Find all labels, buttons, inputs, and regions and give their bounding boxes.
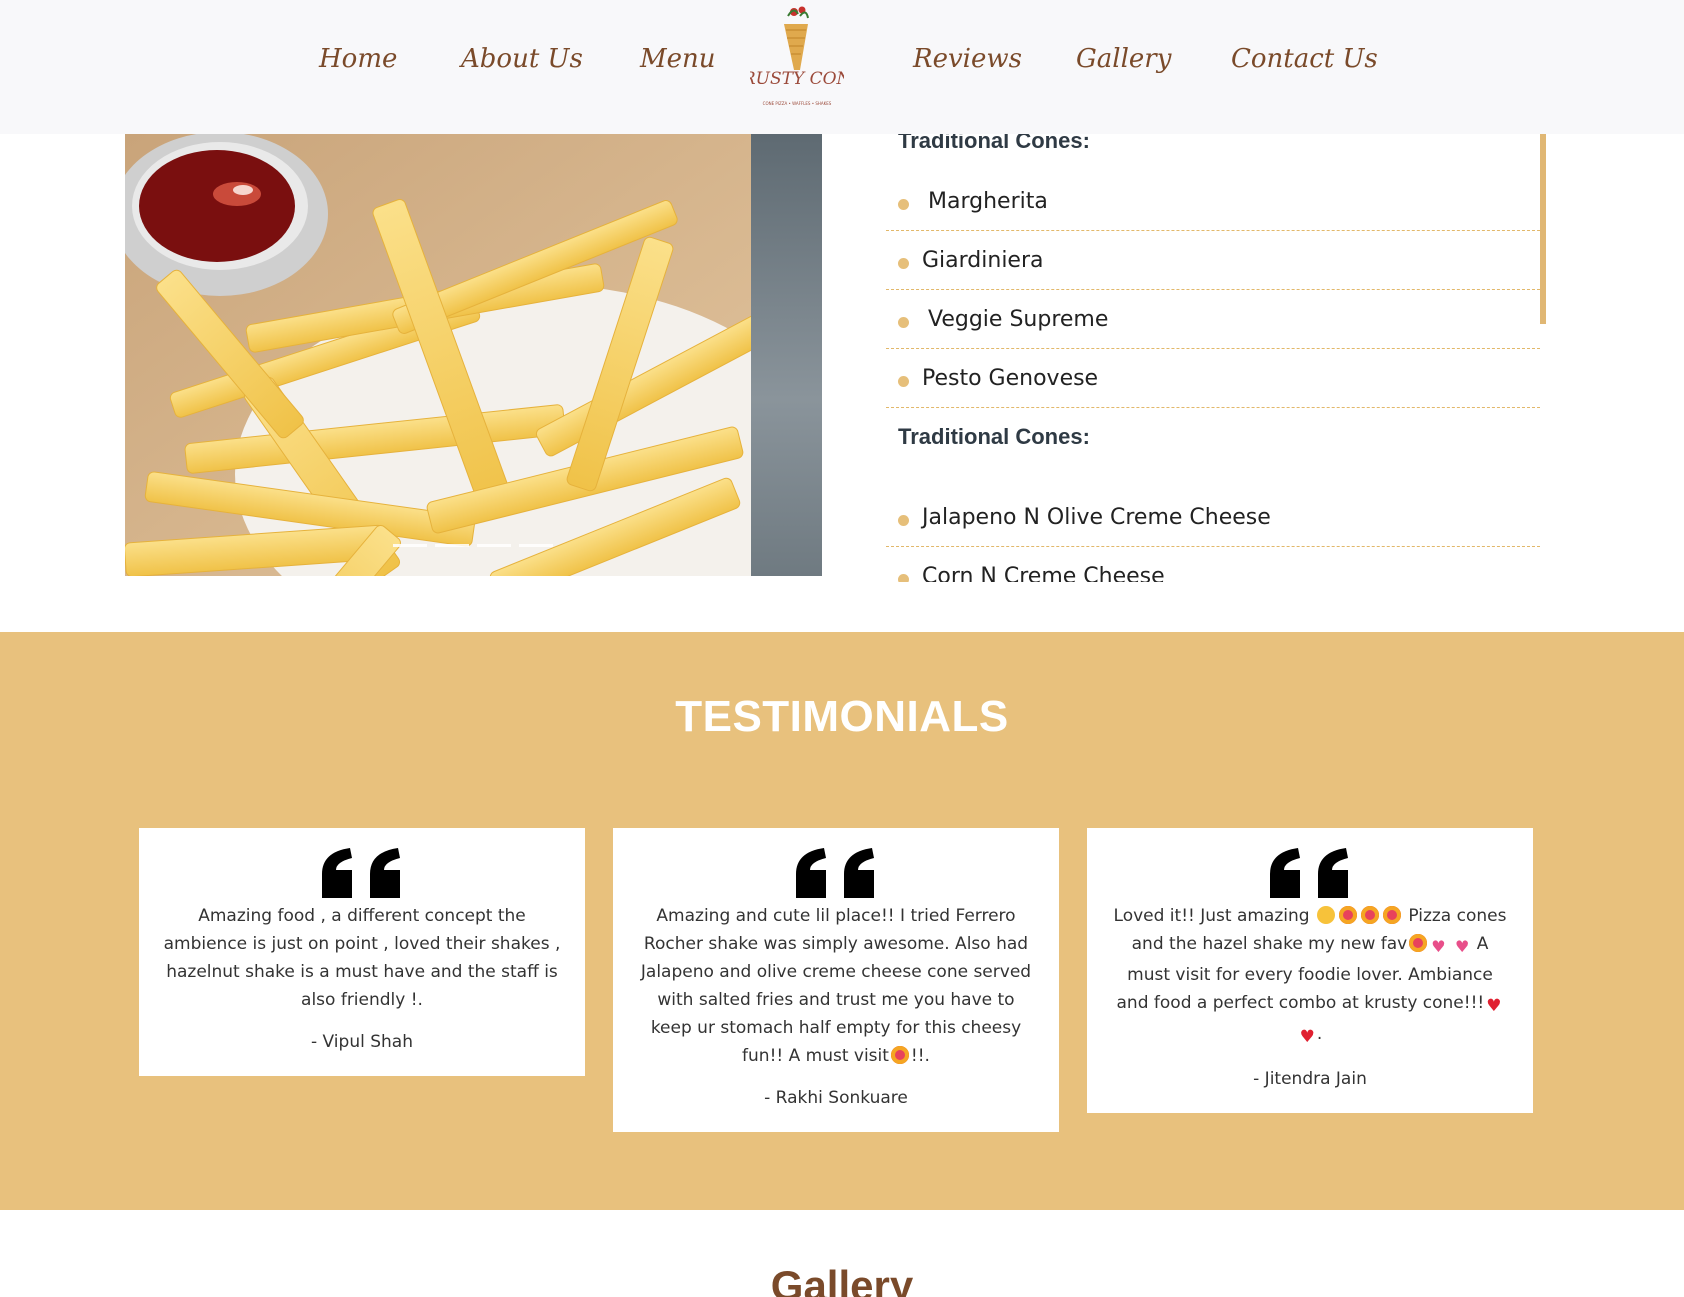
testimonial-text: Amazing food , a different concept the a… (163, 906, 561, 1010)
nav-reviews[interactable]: Reviews (913, 44, 1022, 74)
menu-list-panel[interactable]: Traditional Cones: Margherita Giardinier… (886, 134, 1546, 582)
menu-item-label: Veggie Supreme (928, 306, 1109, 332)
testimonial-text-part: Amazing and cute lil place!! I tried Fer… (640, 906, 1032, 1066)
two-hearts-emoji-icon: ♥ (1454, 937, 1470, 956)
testimonial-author: - Jitendra Jain (1253, 1069, 1367, 1089)
nav-about-us[interactable]: About Us (461, 44, 583, 74)
logo-tagline: CONE PIZZA • WAFFLES • SHAKES (763, 101, 832, 106)
menu-list: Traditional Cones: Margherita Giardinier… (886, 134, 1540, 582)
menu-item-label: Corn N Creme Cheese (922, 564, 1165, 582)
menu-item: Giardiniera (886, 231, 1540, 290)
testimonial-card: Amazing and cute lil place!! I tried Fer… (613, 828, 1059, 1132)
testimonial-text-part: Loved it!! Just amazing (1113, 906, 1310, 926)
testimonial-text: Amazing and cute lil place!! I tried Fer… (637, 902, 1035, 1070)
menu-item: Veggie Supreme (886, 290, 1540, 349)
logo-wordmark: KRUSTY CONE (750, 69, 844, 89)
bullet-icon (898, 375, 909, 387)
slider-indicators (393, 544, 553, 547)
testimonial-card: Amazing food , a different concept the a… (139, 828, 585, 1076)
menu-item-label: Margherita (928, 188, 1048, 214)
slider-dot-3[interactable] (477, 544, 511, 547)
image-slider[interactable] (125, 134, 822, 576)
bullet-icon (898, 198, 909, 210)
testimonial-card: Loved it!! Just amazing Pizza cones and … (1087, 828, 1533, 1113)
bullet-icon (898, 574, 909, 582)
bullet-icon (898, 316, 909, 328)
slider-dot-1[interactable] (393, 544, 427, 547)
menu-item: Pesto Genovese (886, 349, 1540, 408)
menu-group-heading: Traditional Cones: (898, 424, 1090, 449)
heart-eyes-emoji-icon (1338, 906, 1357, 924)
heart-eyes-emoji-icon (1360, 906, 1379, 924)
slider-dot-4[interactable] (519, 544, 553, 547)
smile-emoji-icon (1316, 906, 1335, 924)
red-heart-emoji-icon: ♥ (1299, 1027, 1315, 1047)
nav-home[interactable]: Home (319, 44, 397, 74)
menu-item-label: Pesto Genovese (922, 365, 1099, 391)
menu-scrollbar-thumb[interactable] (1540, 134, 1546, 324)
menu-item: Jalapeno N Olive Creme Cheese (886, 488, 1540, 547)
testimonial-text-part: . (1316, 1024, 1323, 1044)
quote-icon (1270, 848, 1348, 898)
testimonial-text-part: !!. (910, 1046, 930, 1066)
nav-gallery[interactable]: Gallery (1076, 44, 1171, 74)
testimonial-author: - Rakhi Sonkuare (764, 1088, 908, 1108)
nav-contact-us[interactable]: Contact Us (1231, 44, 1378, 74)
testimonial-author: - Vipul Shah (311, 1032, 413, 1052)
slider-dot-2[interactable] (435, 544, 469, 547)
red-heart-emoji-icon: ♥ (1486, 996, 1502, 1016)
nav-menu[interactable]: Menu (640, 44, 716, 74)
menu-item: Margherita (886, 172, 1540, 231)
top-navigation: Home About Us Menu KRUSTY CONE CONE PIZZ… (0, 0, 1684, 134)
bullet-icon (898, 257, 909, 269)
menu-item-label: Giardiniera (922, 247, 1044, 273)
heart-eyes-emoji-icon (1409, 934, 1428, 952)
gallery-title: Gallery (770, 1262, 914, 1297)
bullet-icon (898, 514, 909, 526)
next-slide-preview (751, 134, 822, 576)
krusty-cone-logo[interactable]: KRUSTY CONE CONE PIZZA • WAFFLES • SHAKE… (729, 2, 864, 114)
heart-eyes-emoji-icon (1382, 906, 1401, 924)
menu-item-label: Jalapeno N Olive Creme Cheese (922, 504, 1271, 530)
two-hearts-emoji-icon: ♥ (1431, 937, 1446, 956)
menu-group-heading: Traditional Cones: (898, 134, 1090, 153)
fries-photo (125, 134, 751, 576)
testimonials-title: TESTIMONIALS (675, 692, 1009, 741)
testimonial-text: Loved it!! Just amazing Pizza cones and … (1111, 902, 1509, 1051)
menu-item: Corn N Creme Cheese (886, 547, 1540, 582)
testimonials-section: TESTIMONIALS Amazing food , a different … (0, 632, 1684, 1210)
quote-icon (322, 848, 400, 898)
quote-icon (796, 848, 874, 898)
heart-eyes-emoji-icon (890, 1046, 909, 1064)
